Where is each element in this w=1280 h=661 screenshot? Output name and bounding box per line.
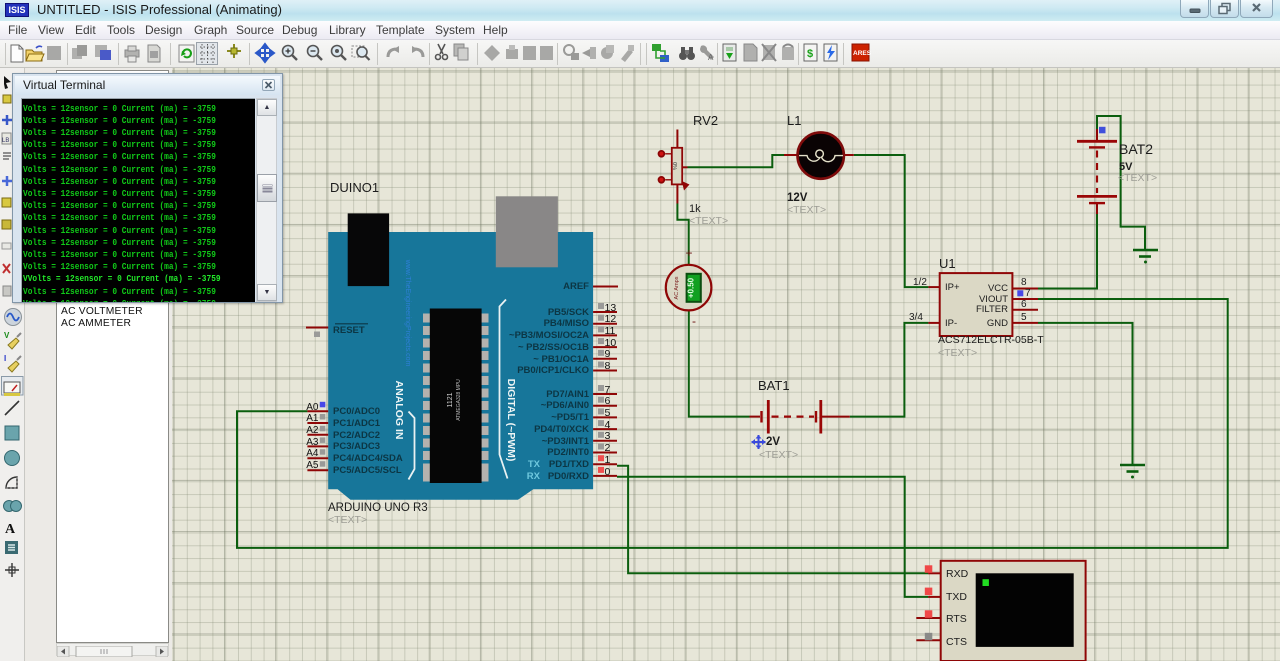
svg-text:+: + <box>685 246 692 260</box>
svg-text:ATMEGA328 MPU: ATMEGA328 MPU <box>456 379 462 421</box>
svg-text:-: - <box>692 314 696 328</box>
svg-text:1121: 1121 <box>447 392 454 407</box>
svg-text:+0.50: +0.50 <box>687 277 696 298</box>
svg-text:www.TheEngineeringProjects.com: www.TheEngineeringProjects.com <box>404 259 411 367</box>
svg-text:%0: %0 <box>673 162 679 170</box>
svg-text:AC Amps: AC Amps <box>674 276 680 299</box>
